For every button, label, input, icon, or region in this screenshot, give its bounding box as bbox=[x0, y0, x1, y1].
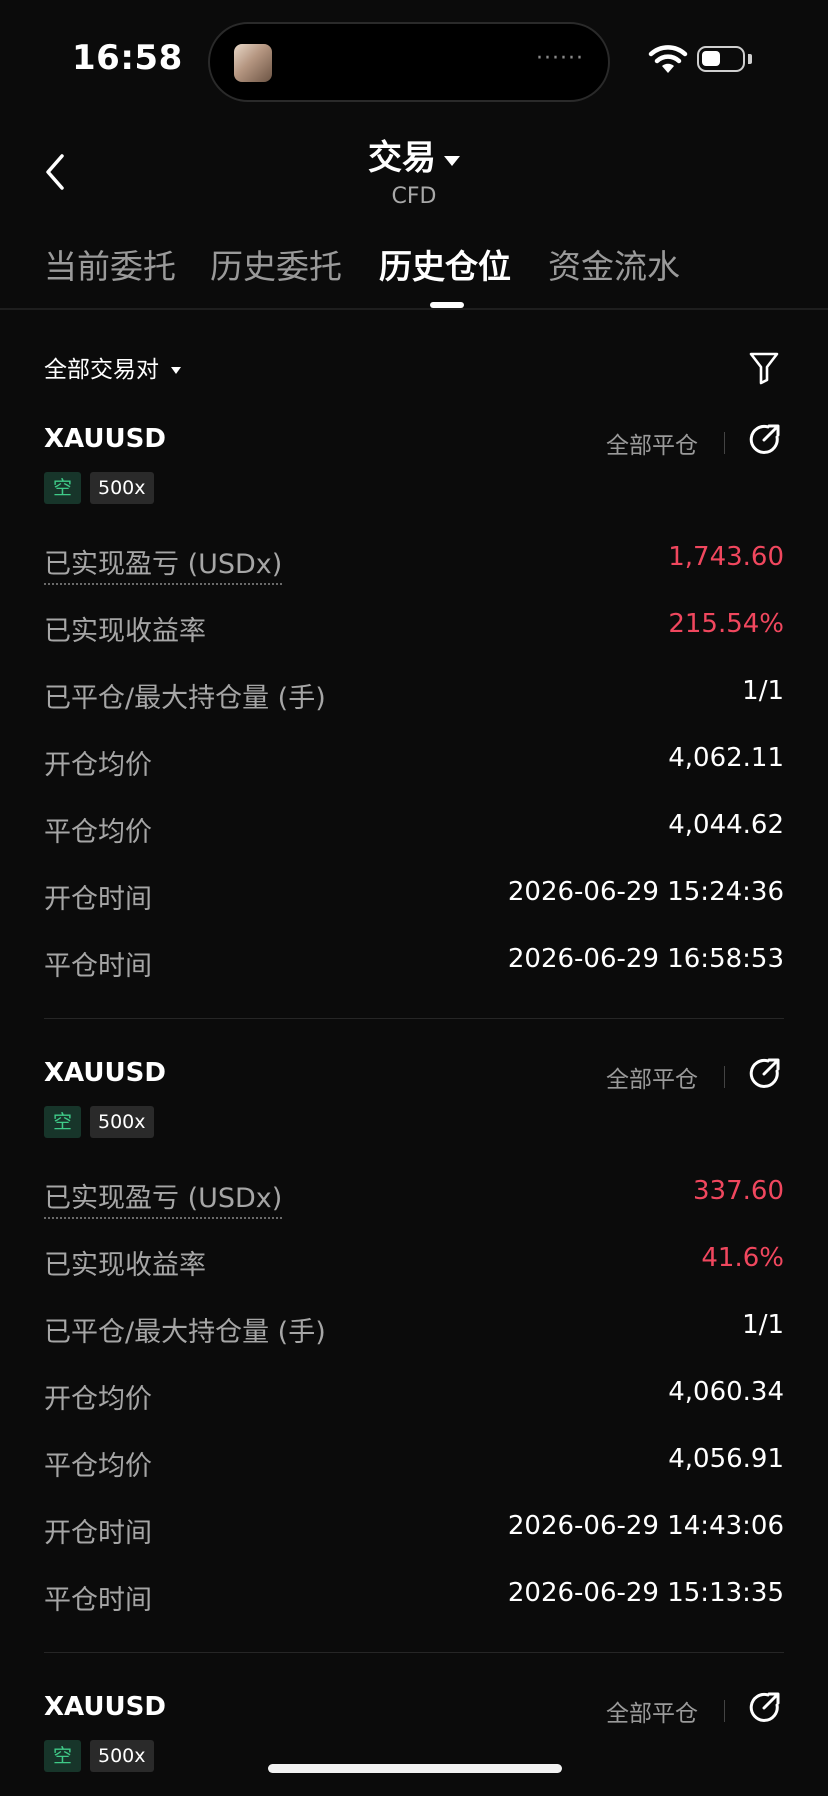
realized-pnl-label[interactable]: 已实现盈亏 (USDx) bbox=[44, 1176, 283, 1219]
close-avg-row: 平仓均价 4,044.62 bbox=[44, 810, 784, 850]
battery-icon bbox=[697, 46, 745, 72]
open-time-value: 2026-06-29 15:24:36 bbox=[507, 877, 784, 907]
close-time-row: 平仓时间 2026-06-29 15:13:35 bbox=[44, 1578, 784, 1618]
status-time: 16:58 bbox=[72, 38, 183, 78]
close-avg-label: 平仓均价 bbox=[44, 1451, 152, 1482]
tab-fund-flow[interactable]: 资金流水 bbox=[548, 240, 680, 288]
closed-max-row: 已平仓/最大持仓量 (手) 1/1 bbox=[44, 1310, 784, 1350]
realized-pnl-value: 337.60 bbox=[693, 1176, 784, 1206]
filter-icon[interactable] bbox=[748, 350, 780, 386]
close-time-label: 平仓时间 bbox=[44, 951, 152, 982]
open-time-row: 开仓时间 2026-06-29 14:43:06 bbox=[44, 1511, 784, 1551]
close-time-label: 平仓时间 bbox=[44, 1585, 152, 1616]
close-time-value: 2026-06-29 16:58:53 bbox=[507, 944, 784, 974]
open-avg-row: 开仓均价 4,062.11 bbox=[44, 743, 784, 783]
close-avg-value: 4,056.91 bbox=[668, 1444, 784, 1474]
realized-pnl-value: 1,743.60 bbox=[668, 542, 784, 572]
realized-roi-row: 已实现收益率 41.6% bbox=[44, 1243, 784, 1283]
closed-max-label: 已平仓/最大持仓量 (手) bbox=[44, 683, 326, 714]
direction-badge: 空 bbox=[44, 1740, 82, 1772]
close-avg-label: 平仓均价 bbox=[44, 817, 152, 848]
card-divider bbox=[44, 1652, 784, 1653]
tab-current-orders[interactable]: 当前委托 bbox=[44, 240, 176, 288]
open-avg-value: 4,060.34 bbox=[668, 1377, 784, 1407]
page-title-dropdown[interactable]: 交易 bbox=[0, 130, 828, 179]
share-icon[interactable] bbox=[748, 422, 782, 456]
close-all-button[interactable]: 全部平仓 bbox=[606, 1060, 698, 1094]
close-avg-value: 4,044.62 bbox=[668, 810, 784, 840]
close-avg-row: 平仓均价 4,056.91 bbox=[44, 1444, 784, 1484]
open-time-row: 开仓时间 2026-06-29 15:24:36 bbox=[44, 877, 784, 917]
direction-badge: 空 bbox=[44, 472, 82, 504]
closed-max-label: 已平仓/最大持仓量 (手) bbox=[44, 1317, 326, 1348]
realized-roi-row: 已实现收益率 215.54% bbox=[44, 609, 784, 649]
realized-roi-label: 已实现收益率 bbox=[44, 1250, 206, 1281]
chevron-down-icon bbox=[444, 155, 460, 166]
open-avg-value: 4,062.11 bbox=[668, 743, 784, 773]
tab-order-history[interactable]: 历史委托 bbox=[210, 240, 342, 288]
pair-filter-label: 全部交易对 bbox=[44, 357, 159, 383]
open-time-label: 开仓时间 bbox=[44, 884, 152, 915]
position-symbol: XAUUSD bbox=[44, 1692, 166, 1722]
page-subtitle: CFD bbox=[391, 184, 437, 209]
share-icon[interactable] bbox=[748, 1690, 782, 1724]
divider bbox=[724, 432, 725, 454]
realized-roi-value: 41.6% bbox=[701, 1243, 784, 1273]
tab-position-history[interactable]: 历史仓位 bbox=[379, 240, 511, 288]
pair-filter-dropdown[interactable]: 全部交易对 bbox=[44, 350, 181, 384]
realized-roi-value: 215.54% bbox=[668, 609, 784, 639]
divider bbox=[724, 1066, 725, 1088]
home-indicator[interactable] bbox=[268, 1764, 562, 1773]
realized-pnl-row: 已实现盈亏 (USDx) 1,743.60 bbox=[44, 542, 784, 585]
caret-down-icon bbox=[171, 367, 181, 374]
open-time-value: 2026-06-29 14:43:06 bbox=[507, 1511, 784, 1541]
close-time-value: 2026-06-29 15:13:35 bbox=[507, 1578, 784, 1608]
close-time-row: 平仓时间 2026-06-29 16:58:53 bbox=[44, 944, 784, 984]
closed-max-row: 已平仓/最大持仓量 (手) 1/1 bbox=[44, 676, 784, 716]
open-time-label: 开仓时间 bbox=[44, 1518, 152, 1549]
close-all-button[interactable]: 全部平仓 bbox=[606, 1694, 698, 1728]
share-icon[interactable] bbox=[748, 1056, 782, 1090]
wifi-icon bbox=[648, 45, 688, 73]
leverage-badge: 500x bbox=[90, 1740, 154, 1772]
dynamic-island[interactable]: ······ bbox=[208, 22, 610, 102]
direction-badge: 空 bbox=[44, 1106, 82, 1138]
realized-pnl-row: 已实现盈亏 (USDx) 337.60 bbox=[44, 1176, 784, 1219]
island-dots: ······ bbox=[536, 46, 584, 71]
card-divider bbox=[44, 1018, 784, 1019]
close-all-button[interactable]: 全部平仓 bbox=[606, 426, 698, 460]
tabs-divider bbox=[0, 308, 828, 310]
status-bar: 16:58 ······ bbox=[0, 0, 828, 110]
leverage-badge: 500x bbox=[90, 472, 154, 504]
position-symbol: XAUUSD bbox=[44, 1058, 166, 1088]
divider bbox=[724, 1700, 725, 1722]
leverage-badge: 500x bbox=[90, 1106, 154, 1138]
position-symbol: XAUUSD bbox=[44, 424, 166, 454]
realized-roi-label: 已实现收益率 bbox=[44, 616, 206, 647]
realized-pnl-label[interactable]: 已实现盈亏 (USDx) bbox=[44, 542, 283, 585]
page-title: 交易 bbox=[368, 138, 436, 178]
open-avg-row: 开仓均价 4,060.34 bbox=[44, 1377, 784, 1417]
closed-max-value: 1/1 bbox=[742, 1310, 784, 1340]
battery-tip bbox=[748, 54, 752, 64]
tab-bar: 当前委托 历史委托 历史仓位 资金流水 bbox=[0, 236, 828, 308]
open-avg-label: 开仓均价 bbox=[44, 1384, 152, 1415]
media-thumbnail bbox=[234, 44, 272, 82]
closed-max-value: 1/1 bbox=[742, 676, 784, 706]
open-avg-label: 开仓均价 bbox=[44, 750, 152, 781]
